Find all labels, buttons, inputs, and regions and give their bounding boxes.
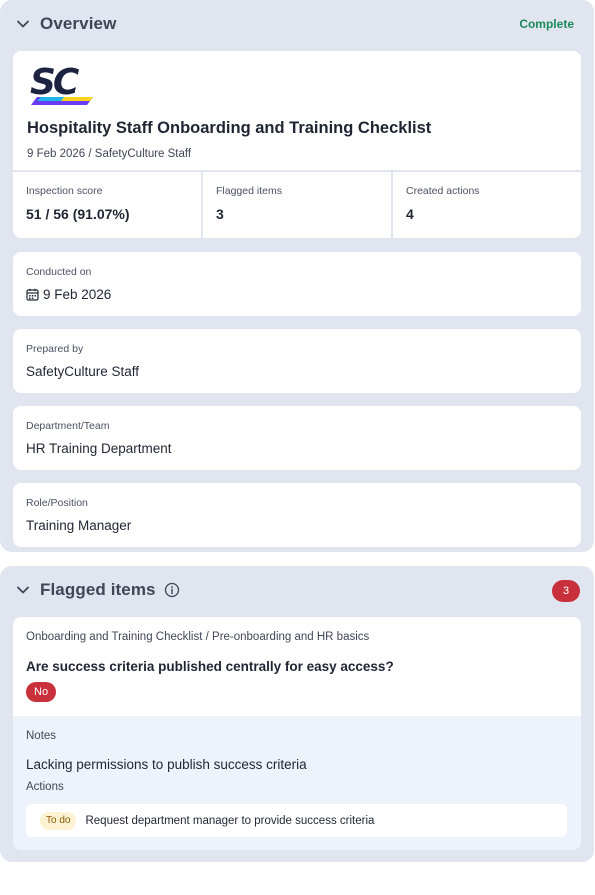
report-subtitle: 9 Feb 2026 / SafetyCulture Staff xyxy=(27,148,192,160)
field-conducted-on: Conducted on 9 Feb 2026 xyxy=(13,252,581,316)
flagged-item-card[interactable]: Onboarding and Training Checklist / Pre-… xyxy=(13,617,581,850)
field-value: HR Training Department xyxy=(26,441,172,456)
stat-flagged-items[interactable]: Flagged items 3 xyxy=(203,172,393,238)
flagged-items-header[interactable]: Flagged items xyxy=(14,580,180,600)
score-stats: Inspection score 51 / 56 (91.07%) Flagge… xyxy=(13,170,581,238)
stat-label: Flagged items xyxy=(216,185,282,197)
field-label: Role/Position xyxy=(26,497,88,509)
field-label: Department/Team xyxy=(26,420,110,432)
actions-label: Actions xyxy=(26,781,64,793)
item-breadcrumb: Onboarding and Training Checklist / Pre-… xyxy=(26,631,370,643)
item-question: Are success criteria published centrally… xyxy=(26,659,394,674)
report-title: Hospitality Staff Onboarding and Trainin… xyxy=(27,119,432,137)
flagged-items-section: Flagged items 3 Onboarding and Training … xyxy=(0,566,594,862)
calendar-icon xyxy=(26,288,39,301)
info-icon[interactable] xyxy=(164,582,180,598)
stat-label: Inspection score xyxy=(26,185,103,197)
action-status-badge: To do xyxy=(40,811,77,830)
overview-section: Overview Complete SC Hospitality Staff O… xyxy=(0,0,594,552)
chevron-down-icon[interactable] xyxy=(14,581,32,599)
stat-value: 3 xyxy=(216,206,224,222)
flagged-count-badge: 3 xyxy=(552,580,580,602)
chevron-down-icon[interactable] xyxy=(14,15,32,33)
logo-text: SC xyxy=(30,63,80,103)
report-header-card: SC Hospitality Staff Onboarding and Trai… xyxy=(13,51,581,238)
field-value: SafetyCulture Staff xyxy=(26,364,140,379)
answer-badge: No xyxy=(26,682,57,702)
field-prepared-by: Prepared by SafetyCulture Staff xyxy=(13,329,581,393)
field-label: Conducted on xyxy=(26,266,92,278)
stat-label: Created actions xyxy=(406,185,480,197)
overview-header[interactable]: Overview xyxy=(14,14,116,34)
notes-panel: Notes Lacking permissions to publish suc… xyxy=(13,716,581,850)
field-department-team: Department/Team HR Training Department xyxy=(13,406,581,470)
stat-value: 4 xyxy=(406,206,414,222)
field-role-position: Role/Position Training Manager xyxy=(13,483,581,547)
stat-created-actions[interactable]: Created actions 4 xyxy=(393,172,581,238)
field-label: Prepared by xyxy=(26,343,84,355)
flagged-items-title: Flagged items xyxy=(40,580,156,599)
action-item[interactable]: To do Request department manager to prov… xyxy=(26,804,567,837)
stat-value: 51 / 56 (91.07%) xyxy=(26,206,130,222)
notes-label: Notes xyxy=(26,730,57,742)
action-text: Request department manager to provide su… xyxy=(85,814,375,827)
overview-title: Overview xyxy=(40,14,117,33)
stat-inspection-score: Inspection score 51 / 56 (91.07%) xyxy=(13,172,203,238)
field-value: 9 Feb 2026 xyxy=(43,287,112,302)
field-value-row: 9 Feb 2026 xyxy=(26,287,111,302)
status-badge: Complete xyxy=(519,17,574,31)
notes-text: Lacking permissions to publish success c… xyxy=(26,757,307,772)
safetyculture-logo: SC xyxy=(30,63,93,105)
field-value: Training Manager xyxy=(26,518,132,533)
